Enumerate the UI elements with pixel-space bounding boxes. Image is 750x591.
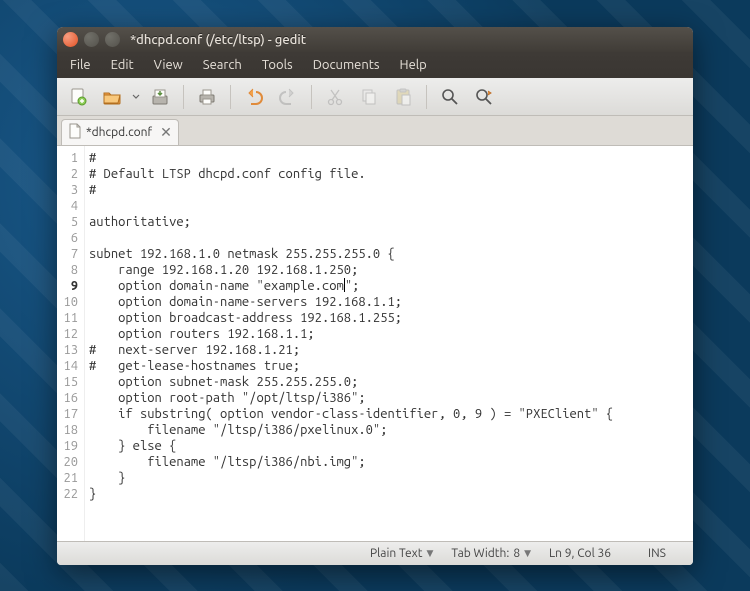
chevron-down-icon: ▼ — [524, 548, 531, 559]
line-number: 21 — [57, 470, 78, 486]
line-number: 5 — [57, 214, 78, 230]
toolbar-separator — [426, 85, 427, 109]
code-line[interactable]: # — [89, 182, 693, 198]
copy-button[interactable] — [354, 82, 384, 112]
line-number: 16 — [57, 390, 78, 406]
window-title: *dhcpd.conf (/etc/ltsp) - gedit — [130, 33, 306, 47]
line-number: 3 — [57, 182, 78, 198]
cursor-position-label: Ln 9, Col 36 — [549, 547, 611, 560]
code-line[interactable] — [89, 198, 693, 214]
menu-tools[interactable]: Tools — [253, 55, 302, 75]
status-bar: Plain Text ▼ Tab Width: 8 ▼ Ln 9, Col 36… — [57, 541, 693, 565]
line-number: 4 — [57, 198, 78, 214]
window-minimize-button[interactable] — [84, 32, 99, 47]
tab-width-selector[interactable]: Tab Width: 8 ▼ — [451, 547, 531, 560]
menubar: File Edit View Search Tools Documents He… — [57, 52, 693, 78]
text-editor[interactable]: 12345678910111213141516171819202122 ## D… — [57, 146, 693, 541]
window-maximize-button[interactable] — [105, 32, 120, 47]
document-tab[interactable]: *dhcpd.conf ✕ — [61, 119, 179, 145]
line-number: 22 — [57, 486, 78, 502]
gedit-window: *dhcpd.conf (/etc/ltsp) - gedit File Edi… — [57, 27, 693, 565]
line-number: 13 — [57, 342, 78, 358]
line-number: 12 — [57, 326, 78, 342]
code-line[interactable]: authoritative; — [89, 214, 693, 230]
tab-label: *dhcpd.conf — [86, 126, 152, 139]
line-number: 9 — [57, 278, 78, 294]
code-line[interactable]: option root-path "/opt/ltsp/i386"; — [89, 390, 693, 406]
code-line[interactable]: option subnet-mask 255.255.255.0; — [89, 374, 693, 390]
window-close-button[interactable] — [63, 32, 78, 47]
menu-help[interactable]: Help — [391, 55, 436, 75]
line-number: 11 — [57, 310, 78, 326]
tab-bar: *dhcpd.conf ✕ — [57, 116, 693, 146]
code-line[interactable]: } — [89, 470, 693, 486]
text-cursor — [344, 278, 345, 292]
toolbar-separator — [183, 85, 184, 109]
open-recent-dropdown[interactable] — [131, 93, 141, 101]
line-number: 15 — [57, 374, 78, 390]
code-area[interactable]: ## Default LTSP dhcpd.conf config file.#… — [85, 146, 693, 541]
line-number: 17 — [57, 406, 78, 422]
line-number: 18 — [57, 422, 78, 438]
menu-search[interactable]: Search — [194, 55, 251, 75]
syntax-mode-label: Plain Text — [370, 547, 423, 560]
code-line[interactable]: filename "/ltsp/i386/nbi.img"; — [89, 454, 693, 470]
code-line[interactable]: option broadcast-address 192.168.1.255; — [89, 310, 693, 326]
code-line[interactable]: option domain-name "example.com"; — [89, 278, 693, 294]
line-number: 1 — [57, 150, 78, 166]
code-line[interactable]: subnet 192.168.1.0 netmask 255.255.255.0… — [89, 246, 693, 262]
find-button[interactable] — [435, 82, 465, 112]
code-line[interactable]: if substring( option vendor-class-identi… — [89, 406, 693, 422]
code-line[interactable]: # Default LTSP dhcpd.conf config file. — [89, 166, 693, 182]
line-number: 8 — [57, 262, 78, 278]
line-number: 7 — [57, 246, 78, 262]
line-number: 6 — [57, 230, 78, 246]
code-line[interactable]: range 192.168.1.20 192.168.1.250; — [89, 262, 693, 278]
print-button[interactable] — [192, 82, 222, 112]
cursor-position: Ln 9, Col 36 — [549, 547, 611, 560]
insert-mode-indicator[interactable]: INS — [629, 547, 685, 560]
code-line[interactable]: # next-server 192.168.1.21; — [89, 342, 693, 358]
line-number: 19 — [57, 438, 78, 454]
undo-button[interactable] — [239, 82, 269, 112]
document-icon — [68, 123, 82, 142]
syntax-mode-selector[interactable]: Plain Text ▼ — [370, 547, 433, 560]
menu-documents[interactable]: Documents — [304, 55, 389, 75]
code-line[interactable]: filename "/ltsp/i386/pxelinux.0"; — [89, 422, 693, 438]
code-line[interactable]: # get-lease-hostnames true; — [89, 358, 693, 374]
line-number-gutter: 12345678910111213141516171819202122 — [57, 146, 85, 541]
code-line[interactable]: # — [89, 150, 693, 166]
code-line[interactable]: option routers 192.168.1.1; — [89, 326, 693, 342]
code-line[interactable]: } — [89, 486, 693, 502]
code-line[interactable]: } else { — [89, 438, 693, 454]
titlebar: *dhcpd.conf (/etc/ltsp) - gedit — [57, 27, 693, 52]
toolbar-separator — [230, 85, 231, 109]
code-line[interactable] — [89, 230, 693, 246]
line-number: 2 — [57, 166, 78, 182]
redo-button[interactable] — [273, 82, 303, 112]
tab-close-icon[interactable]: ✕ — [160, 124, 172, 141]
menu-view[interactable]: View — [145, 55, 192, 75]
save-button[interactable] — [145, 82, 175, 112]
code-line[interactable]: option domain-name-servers 192.168.1.1; — [89, 294, 693, 310]
menu-file[interactable]: File — [61, 55, 100, 75]
open-button[interactable] — [97, 82, 127, 112]
tab-width-value: 8 — [513, 547, 520, 560]
line-number: 14 — [57, 358, 78, 374]
find-replace-button[interactable] — [469, 82, 499, 112]
line-number: 10 — [57, 294, 78, 310]
line-number: 20 — [57, 454, 78, 470]
tab-width-prefix: Tab Width: — [451, 547, 509, 560]
paste-button[interactable] — [388, 82, 418, 112]
insert-mode-label: INS — [648, 547, 666, 560]
cut-button[interactable] — [320, 82, 350, 112]
toolbar-separator — [311, 85, 312, 109]
chevron-down-icon: ▼ — [426, 548, 433, 559]
new-button[interactable] — [63, 82, 93, 112]
menu-edit[interactable]: Edit — [102, 55, 143, 75]
toolbar — [57, 78, 693, 116]
